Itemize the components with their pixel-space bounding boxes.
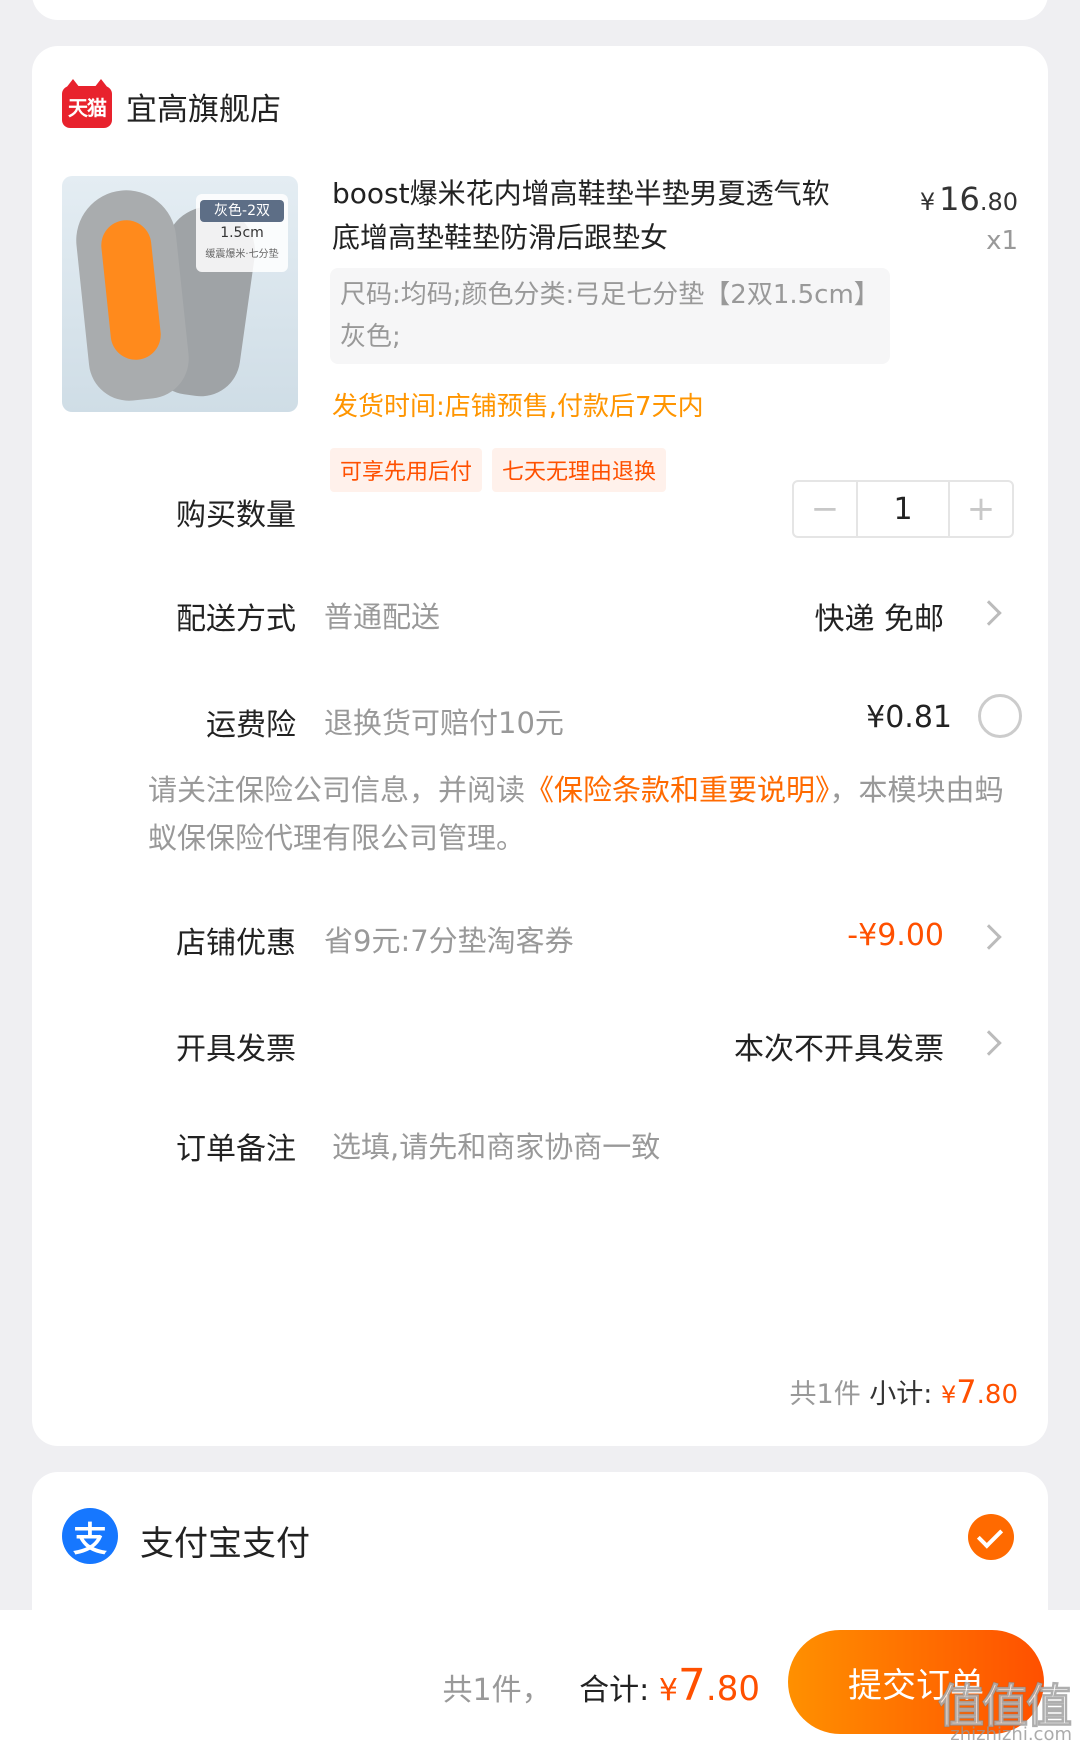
product-sku[interactable]: 尺码:均码;颜色分类:弓足七分垫【2双1.5cm】灰色; bbox=[330, 268, 890, 364]
insurance-label: 运费险 bbox=[206, 708, 296, 743]
subtotal-count: 共1件 bbox=[789, 1379, 861, 1410]
remark-row: 订单备注 选填,请先和商家协商一致 bbox=[32, 1114, 1048, 1174]
quantity-label: 购买数量 bbox=[176, 498, 296, 533]
insurance-row[interactable]: 运费险 退换货可赔付10元 ¥0.81 bbox=[32, 690, 1048, 750]
store-header[interactable]: 天猫 宜高旗舰店 bbox=[62, 78, 281, 129]
product-quantity: x1 bbox=[986, 226, 1018, 256]
subtotal-int: 7 bbox=[956, 1373, 977, 1411]
watermark-url: zhizhizhi.com bbox=[950, 1724, 1072, 1745]
total: 共1件， 合计: ¥7.80 bbox=[443, 1660, 760, 1711]
total-int: 7 bbox=[677, 1660, 706, 1711]
minus-button[interactable]: − bbox=[794, 482, 856, 536]
total-label: 合计: bbox=[579, 1673, 650, 1708]
delivery-row[interactable]: 配送方式 普通配送 快递 免邮 bbox=[32, 584, 1048, 644]
previous-card bbox=[32, 0, 1048, 20]
chevron-right-icon bbox=[976, 924, 1002, 950]
insurance-radio[interactable] bbox=[978, 694, 1022, 738]
coupon-row[interactable]: 店铺优惠 省9元:7分垫淘客券 -¥9.00 bbox=[32, 908, 1048, 968]
subtotal-amount: ¥7.80 bbox=[941, 1373, 1018, 1411]
price-dec: .80 bbox=[979, 188, 1018, 216]
price-int: 16 bbox=[939, 180, 980, 218]
price-currency: ¥ bbox=[919, 188, 936, 216]
payment-method-name: 支付宝支付 bbox=[140, 1524, 310, 1564]
invoice-label: 开具发票 bbox=[176, 1032, 296, 1067]
total-dec: .80 bbox=[705, 1669, 760, 1709]
image-tag-height: 1.5cm bbox=[220, 225, 264, 241]
invoice-value: 本次不开具发票 bbox=[734, 1032, 944, 1067]
order-card: 天猫 宜高旗舰店 灰色-2双 1.5cm 缓震爆米·七分垫 boost爆米花内增… bbox=[32, 46, 1048, 1446]
total-amount: ¥7.80 bbox=[659, 1660, 760, 1711]
tmall-logo-icon: 天猫 bbox=[62, 78, 112, 128]
image-tag: 灰色-2双 1.5cm 缓震爆米·七分垫 bbox=[196, 194, 288, 272]
plus-button[interactable]: + bbox=[950, 482, 1012, 536]
remark-input[interactable]: 选填,请先和商家协商一致 bbox=[332, 1124, 660, 1166]
insurance-price: ¥0.81 bbox=[866, 700, 952, 735]
subtotal-label: 小计: bbox=[869, 1379, 933, 1410]
insurance-terms-link[interactable]: 《保险条款和重要说明》 bbox=[525, 773, 830, 807]
product-title[interactable]: boost爆米花内增高鞋垫半垫男夏透气软底增高垫鞋垫防滑后跟垫女 bbox=[332, 172, 832, 260]
delivery-label: 配送方式 bbox=[176, 602, 296, 637]
alipay-icon: 支 bbox=[62, 1508, 118, 1564]
subtotal-currency: ¥ bbox=[941, 1381, 957, 1409]
product-price: ¥16.80 bbox=[920, 180, 1018, 218]
quantity-stepper: − 1 + bbox=[792, 480, 1014, 538]
subtotal: 共1件 小计: ¥7.80 bbox=[790, 1372, 1018, 1411]
insurance-sub: 退换货可赔付10元 bbox=[324, 706, 564, 740]
ship-time: 发货时间:店铺预售,付款后7天内 bbox=[332, 392, 704, 422]
delivery-value: 快递 免邮 bbox=[814, 602, 944, 637]
notice-pre: 请关注保险公司信息，并阅读 bbox=[148, 773, 526, 807]
delivery-sub: 普通配送 bbox=[324, 600, 441, 634]
coupon-value: -¥9.00 bbox=[847, 918, 944, 953]
check-circle-icon[interactable] bbox=[968, 1514, 1014, 1560]
image-tag-desc: 缓震爆米·七分垫 bbox=[205, 249, 279, 260]
chevron-right-icon bbox=[976, 1030, 1002, 1056]
chevron-right-icon bbox=[976, 600, 1002, 626]
quantity-input[interactable]: 1 bbox=[856, 482, 950, 536]
image-tag-color: 灰色-2双 bbox=[200, 200, 284, 222]
store-name: 宜高旗舰店 bbox=[126, 92, 281, 128]
total-currency: ¥ bbox=[658, 1673, 678, 1708]
coupon-sub: 省9元:7分垫淘客券 bbox=[324, 924, 574, 958]
remark-label: 订单备注 bbox=[176, 1132, 296, 1167]
bottom-bar: 共1件， 合计: ¥7.80 提交订单 bbox=[0, 1610, 1080, 1752]
subtotal-dec: .80 bbox=[976, 1380, 1018, 1410]
coupon-label: 店铺优惠 bbox=[176, 926, 296, 961]
product-image[interactable]: 灰色-2双 1.5cm 缓震爆米·七分垫 bbox=[62, 176, 298, 412]
invoice-row[interactable]: 开具发票 本次不开具发票 bbox=[32, 1014, 1048, 1074]
total-count: 共1件， bbox=[442, 1673, 552, 1708]
quantity-row: 购买数量 − 1 + bbox=[32, 480, 1048, 540]
insurance-notice: 请关注保险公司信息，并阅读《保险条款和重要说明》，本模块由蚂蚁保保险代理有限公司… bbox=[148, 766, 1028, 862]
